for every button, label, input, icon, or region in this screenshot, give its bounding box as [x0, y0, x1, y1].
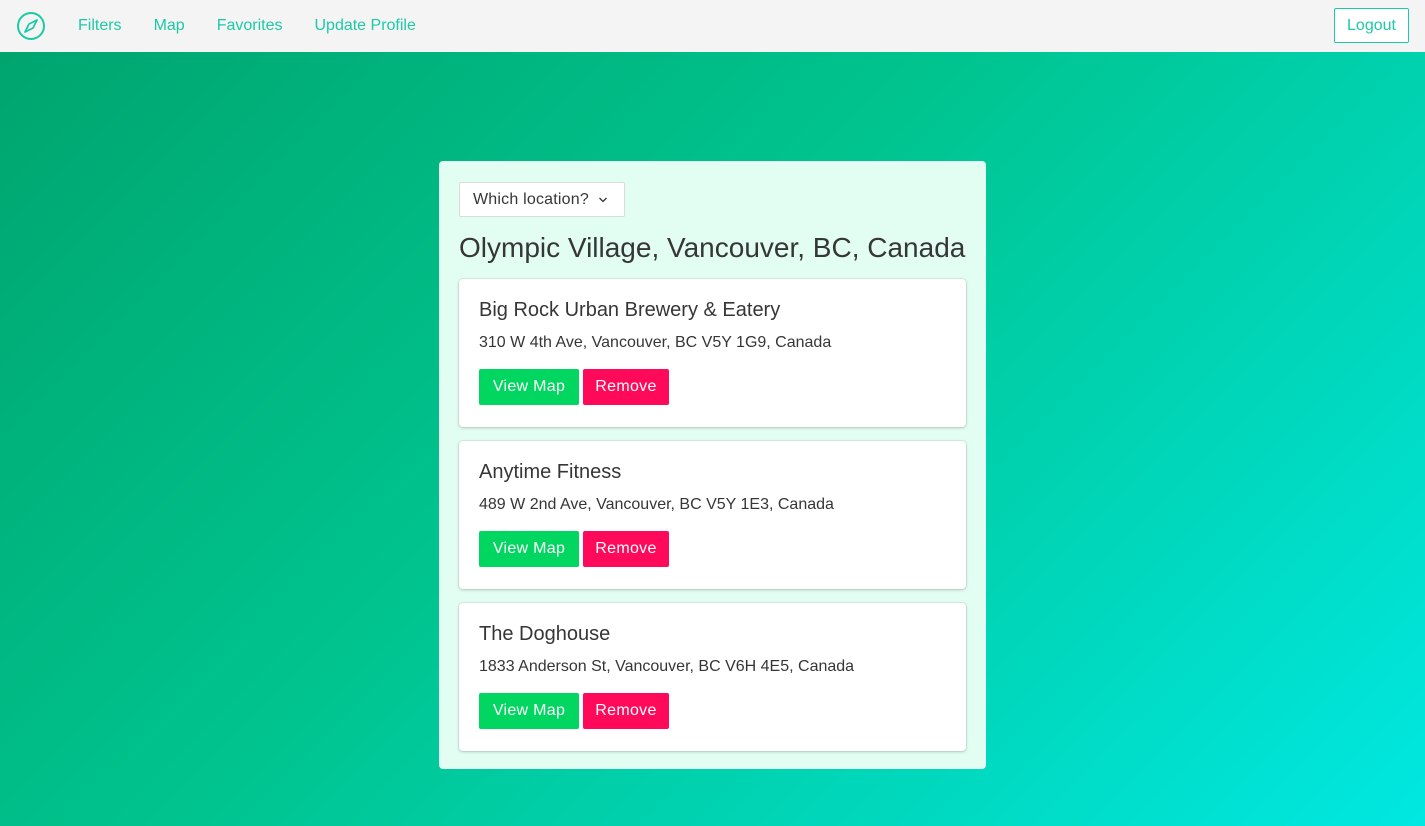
location-dropdown-label: Which location? — [473, 190, 589, 208]
nav-link-favorites[interactable]: Favorites — [201, 17, 299, 35]
place-actions: View Map Remove — [479, 369, 946, 405]
nav-links: Filters Map Favorites Update Profile — [62, 0, 432, 52]
compass-icon[interactable] — [15, 10, 47, 42]
place-name: Anytime Fitness — [479, 461, 622, 483]
place-card: Anytime Fitness 489 W 2nd Ave, Vancouver… — [459, 441, 966, 589]
remove-button[interactable]: Remove — [583, 693, 669, 729]
place-address: 489 W 2nd Ave, Vancouver, BC V5Y 1E3, Ca… — [479, 496, 834, 513]
place-list: Big Rock Urban Brewery & Eatery 310 W 4t… — [459, 279, 966, 751]
view-map-button[interactable]: View Map — [479, 531, 579, 567]
place-card: The Doghouse 1833 Anderson St, Vancouver… — [459, 603, 966, 751]
nav-link-filters[interactable]: Filters — [62, 17, 138, 35]
place-address: 1833 Anderson St, Vancouver, BC V6H 4E5,… — [479, 658, 855, 675]
place-name: The Doghouse — [479, 623, 611, 645]
remove-button[interactable]: Remove — [583, 369, 669, 405]
remove-button[interactable]: Remove — [583, 531, 669, 567]
place-actions: View Map Remove — [479, 531, 946, 567]
favorites-panel: Which location? Olympic Village, Vancouv… — [439, 161, 986, 769]
nav-link-map[interactable]: Map — [138, 17, 201, 35]
view-map-button[interactable]: View Map — [479, 369, 579, 405]
place-name: Big Rock Urban Brewery & Eatery — [479, 299, 781, 321]
nav-link-update-profile[interactable]: Update Profile — [298, 17, 431, 35]
location-title: Olympic Village, Vancouver, BC, Canada — [459, 232, 966, 263]
logout-button[interactable]: Logout — [1334, 8, 1409, 43]
location-dropdown[interactable]: Which location? — [459, 182, 625, 217]
place-address: 310 W 4th Ave, Vancouver, BC V5Y 1G9, Ca… — [479, 334, 832, 351]
chevron-down-icon — [598, 196, 608, 204]
top-navbar: Filters Map Favorites Update Profile Log… — [0, 0, 1425, 52]
view-map-button[interactable]: View Map — [479, 693, 579, 729]
place-actions: View Map Remove — [479, 693, 946, 729]
place-card: Big Rock Urban Brewery & Eatery 310 W 4t… — [459, 279, 966, 427]
